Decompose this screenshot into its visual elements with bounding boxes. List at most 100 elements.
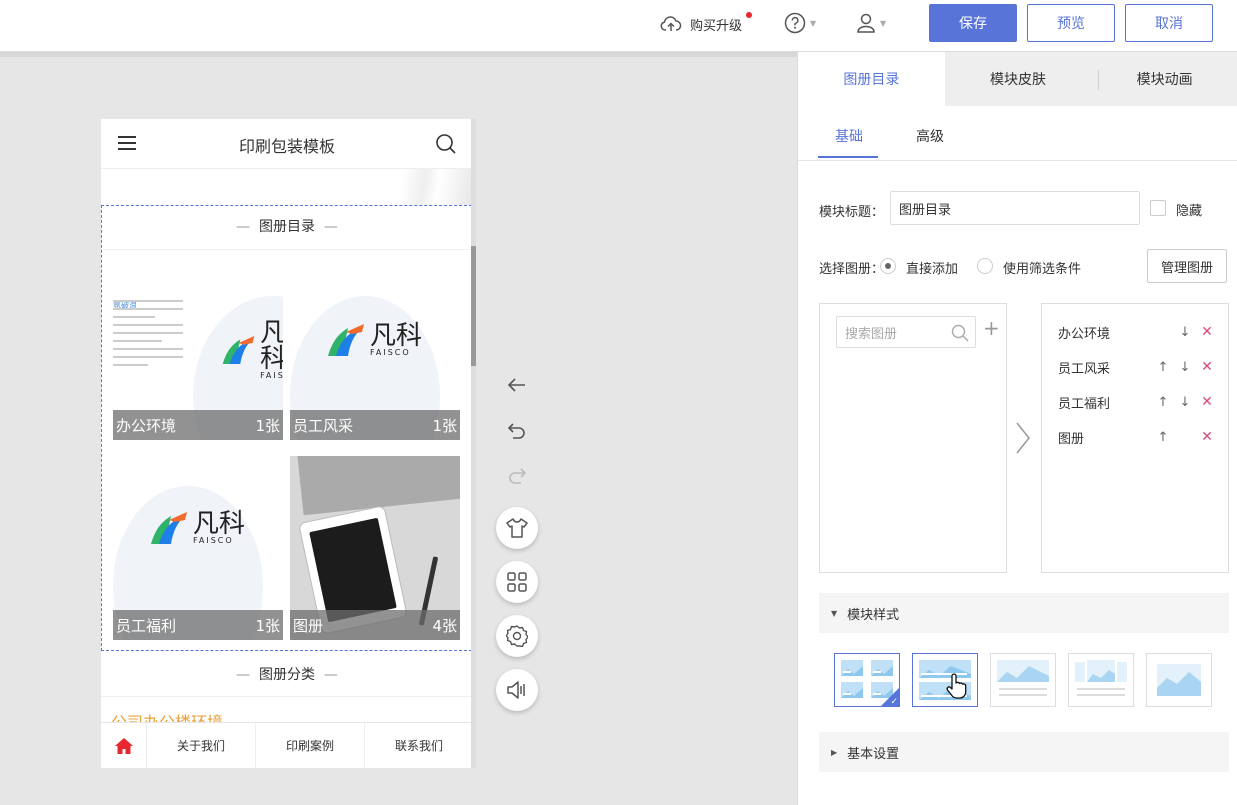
album-tile-album[interactable]: 图册 4张 xyxy=(290,456,460,640)
panel-tabs: 图册目录 模块皮肤 模块动画 xyxy=(798,52,1237,106)
faisco-logo: 凡科FAISCO xyxy=(149,508,245,548)
phone-scrollbar[interactable] xyxy=(471,119,476,768)
undo-button[interactable] xyxy=(502,416,532,446)
module-style-section[interactable]: ▼ 模块样式 xyxy=(819,593,1229,633)
hand-cursor-icon xyxy=(946,673,967,699)
album-caption: 办公环境 1张 xyxy=(113,410,283,440)
cancel-button[interactable]: 取消 xyxy=(1125,4,1213,42)
phone-scrollbar-thumb[interactable] xyxy=(471,246,476,366)
shirt-icon xyxy=(506,518,528,538)
move-up-icon[interactable]: ↑ xyxy=(1152,360,1174,375)
divider xyxy=(102,249,472,250)
save-button[interactable]: 保存 xyxy=(929,4,1017,42)
available-albums-list: 搜索图册 + xyxy=(819,303,1007,573)
modules-button[interactable] xyxy=(496,561,538,603)
category-title: — 图册分类 — xyxy=(236,667,338,683)
search-icon[interactable] xyxy=(435,133,457,155)
phone-preview: 印刷包装模板 — 图册目录 — 氛破浪 凡科FAISCO 办公环境1张 凡科FA… xyxy=(101,119,473,768)
selected-album-row: 员工风采 ↑ ↓ ✕ xyxy=(1058,355,1218,379)
style-option-1[interactable]: ✓ xyxy=(834,653,900,707)
tab-module-skin[interactable]: 模块皮肤 xyxy=(944,52,1092,106)
home-nav-button[interactable] xyxy=(101,723,147,768)
move-down-icon[interactable]: ↓ xyxy=(1174,395,1196,410)
divider xyxy=(101,696,473,697)
album-caption: 员工福利 1张 xyxy=(113,610,283,640)
settings-button[interactable] xyxy=(496,615,538,657)
nav-about[interactable]: 关于我们 xyxy=(147,723,256,768)
back-arrow-icon xyxy=(508,378,525,392)
subtab-basic[interactable]: 基础 xyxy=(835,126,863,146)
help-menu[interactable]: ▼ xyxy=(784,12,816,34)
properties-panel: 图册目录 模块皮肤 模块动画 基础 高级 模块标题： 图册目录 隐藏 选择图册：… xyxy=(797,52,1237,805)
grid-icon xyxy=(507,572,527,592)
undo-icon xyxy=(508,423,525,439)
selected-album-row: 员工福利 ↑ ↓ ✕ xyxy=(1058,390,1218,414)
tab-divider xyxy=(1098,70,1099,90)
style-option-3[interactable] xyxy=(990,653,1056,707)
delete-icon[interactable]: ✕ xyxy=(1196,324,1218,340)
caret-down-icon: ▼ xyxy=(831,608,838,618)
radio-direct-add-label: 直接添加 xyxy=(906,262,959,277)
move-up-icon[interactable]: ↑ xyxy=(1152,395,1174,410)
style-option-5[interactable] xyxy=(1146,653,1212,707)
doc-text-lines xyxy=(113,294,183,372)
speaker-icon xyxy=(507,681,525,699)
preview-button[interactable]: 预览 xyxy=(1027,4,1115,42)
selected-album-row: 办公环境 ↓ ✕ xyxy=(1058,320,1218,344)
phone-bottom-nav: 关于我们 印刷案例 联系我们 xyxy=(101,722,473,768)
module-title: — 图册目录 — xyxy=(236,219,338,235)
sub-tabs: 基础 高级 xyxy=(798,106,1237,161)
upgrade-button[interactable]: 购买升级 xyxy=(660,12,752,36)
album-search-input[interactable]: 搜索图册 xyxy=(836,316,976,348)
delete-icon[interactable]: ✕ xyxy=(1196,359,1218,375)
move-down-icon[interactable]: ↓ xyxy=(1174,360,1196,375)
style-banner-preview-icon xyxy=(997,660,1049,696)
nav-contact[interactable]: 联系我们 xyxy=(365,723,473,768)
tab-module-animation[interactable]: 模块动画 xyxy=(1091,52,1237,106)
hide-checkbox[interactable] xyxy=(1150,200,1166,216)
delete-icon[interactable]: ✕ xyxy=(1196,394,1218,410)
user-menu[interactable]: ▼ xyxy=(856,12,886,34)
top-toolbar: 购买升级 ▼ ▼ 保存 预览 取消 xyxy=(0,0,1237,52)
selected-albums-list: 办公环境 ↓ ✕ 员工风采 ↑ ↓ ✕ 员工福利 ↑ ↓ ✕ 图册 ↑ ↓ ✕ xyxy=(1041,303,1229,573)
back-button[interactable] xyxy=(502,370,532,400)
delete-icon[interactable]: ✕ xyxy=(1196,429,1218,445)
module-title-input[interactable]: 图册目录 xyxy=(890,191,1140,225)
phone-header: 印刷包装模板 xyxy=(101,119,473,169)
module-title-label: 模块标题： xyxy=(819,205,885,220)
upgrade-label: 购买升级 xyxy=(690,18,743,34)
style-option-4[interactable] xyxy=(1068,653,1134,707)
check-icon: ✓ xyxy=(890,697,898,707)
search-icon xyxy=(951,324,969,342)
basic-settings-section[interactable]: ▶ 基本设置 xyxy=(819,732,1229,772)
redo-button[interactable] xyxy=(502,461,532,491)
radio-direct-add[interactable] xyxy=(880,258,896,274)
style-options: ✓ xyxy=(834,653,1212,707)
album-tile-benefits[interactable]: 凡科 FAISCO 员工福利 1张 xyxy=(113,456,283,640)
nav-cases[interactable]: 印刷案例 xyxy=(256,723,365,768)
cloud-upload-icon xyxy=(660,16,682,31)
skin-button[interactable] xyxy=(496,507,538,549)
move-down-icon[interactable]: ↓ xyxy=(1174,325,1196,340)
manage-albums-button[interactable]: 管理图册 xyxy=(1147,249,1227,283)
canvas-top-strip xyxy=(0,52,797,57)
settings-icon xyxy=(506,625,528,647)
move-up-icon[interactable]: ↑ xyxy=(1152,430,1174,445)
album-catalog-module[interactable]: — 图册目录 — 氛破浪 凡科FAISCO 办公环境1张 凡科FAISCO 员工… xyxy=(101,205,472,651)
redo-icon xyxy=(509,468,526,484)
select-album-label: 选择图册： xyxy=(819,262,885,277)
audio-button[interactable] xyxy=(496,669,538,711)
style-split-preview-icon xyxy=(1075,660,1127,696)
album-tile-staff[interactable]: 凡科 FAISCO 员工风采 1张 xyxy=(290,256,460,440)
selected-album-row: 图册 ↑ ↓ ✕ xyxy=(1058,425,1218,449)
radio-filter[interactable] xyxy=(977,258,993,274)
home-icon xyxy=(114,737,133,754)
phone-title: 印刷包装模板 xyxy=(238,137,335,156)
hide-label: 隐藏 xyxy=(1176,204,1203,219)
faisco-logo: 凡科FAISCO xyxy=(221,320,283,380)
tab-album-catalog[interactable]: 图册目录 xyxy=(798,52,945,106)
add-icon[interactable]: + xyxy=(983,318,1000,338)
chevron-right-icon[interactable] xyxy=(1015,422,1031,454)
album-tile-office[interactable]: 氛破浪 凡科FAISCO 办公环境1张 xyxy=(113,256,283,440)
subtab-advanced[interactable]: 高级 xyxy=(916,126,944,146)
